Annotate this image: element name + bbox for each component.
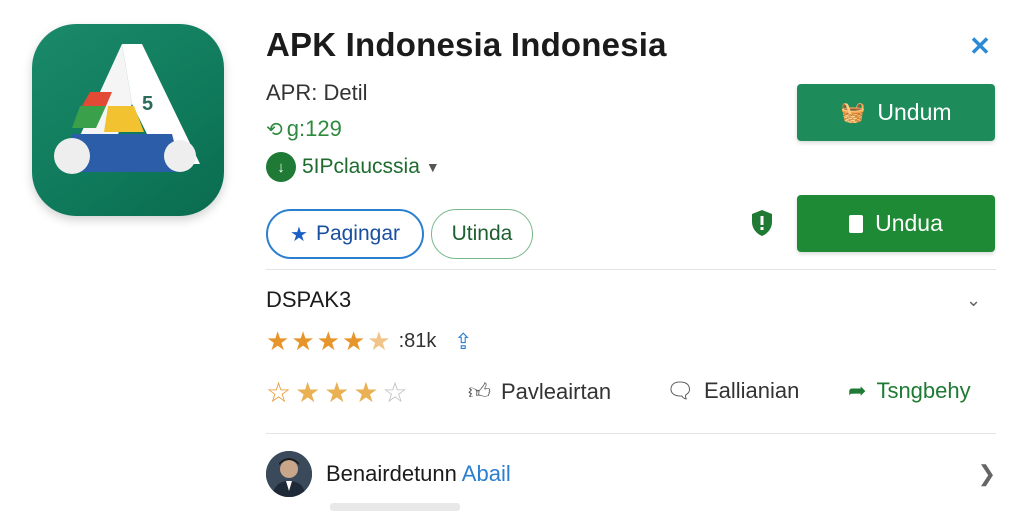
star-icon: ★ [290, 223, 308, 246]
rating-star-icon: ★ [341, 326, 366, 356]
app-icon: 5 [32, 24, 224, 216]
divider [266, 269, 996, 270]
rating-star-icon: ★ [266, 326, 290, 356]
like-label: Pavleairtan [501, 378, 612, 404]
rating-count: :81k [398, 330, 437, 352]
share-icon[interactable]: ⇪ [454, 329, 472, 355]
share-arrow-icon: ➦ [848, 378, 867, 403]
share-pill-button[interactable]: Utinda [431, 209, 533, 259]
share-action-label: Tsngbehy [876, 378, 971, 403]
chevron-right-icon: ❯ [977, 461, 996, 486]
app-details-label: APR: Detil [266, 80, 368, 105]
install-button[interactable]: Undua [797, 195, 995, 252]
close-icon[interactable]: ✕ [962, 28, 998, 64]
divider [266, 433, 996, 434]
follow-button-label: Pagingar [315, 222, 400, 245]
app-version: ⟲ g:129 [266, 116, 342, 142]
version-text: g:129 [286, 116, 342, 141]
share-action[interactable]: ➦ Tsngbehy [848, 378, 971, 404]
install-button-label: Undua [875, 210, 943, 236]
basket-icon: 🧺 [840, 102, 866, 124]
download-button[interactable]: 🧺 Undum [797, 84, 995, 141]
rating-summary: ★ ★ ★ ★ ★ :81k [266, 326, 436, 357]
review-row[interactable]: Benairdetunn Abail ❯ [266, 450, 996, 498]
file-icon [849, 214, 864, 233]
svg-text:5: 5 [142, 93, 153, 115]
rating-star-icon: ★ [291, 326, 315, 356]
rate-star-icon[interactable]: ★ [324, 376, 349, 409]
rate-star-icon[interactable]: ★ [295, 376, 320, 409]
chevron-down-icon: ▼ [425, 159, 440, 175]
review-link[interactable]: Abail [462, 461, 511, 486]
rate-star-icon[interactable]: ☆ [266, 376, 291, 409]
download-button-label: Undum [877, 99, 952, 125]
avatar [266, 451, 312, 497]
comment-label: Eallianian [703, 378, 800, 403]
user-avatar-icon [266, 451, 312, 497]
follow-button[interactable]: ★ Pagingar [266, 209, 424, 259]
rating-star-icon: ★ [316, 326, 340, 356]
comment-icon: 🗨︎ [666, 378, 694, 403]
section-label: DSPAK3 [266, 287, 352, 312]
developer-icon: ↓ [266, 152, 296, 182]
developer-selector[interactable]: ↓ 5IPclaucssia ▼ [266, 152, 440, 182]
share-pill-label: Utinda [451, 222, 513, 245]
app-title: APK Indonesia Indonesia [266, 26, 667, 63]
thumbs-up-icon: 👍︎ [468, 379, 491, 404]
rate-star-icon[interactable]: ★ [353, 376, 378, 409]
comment-action[interactable]: 🗨︎ Eallianian [666, 378, 799, 404]
rate-star-icon[interactable]: ☆ [382, 376, 407, 409]
app-logo-icon: 5 [54, 44, 200, 174]
expand-icon[interactable]: ⌄ [966, 290, 981, 311]
shield-icon [752, 210, 772, 236]
next-item-placeholder [330, 503, 460, 511]
update-icon: ⟲ [266, 118, 283, 141]
review-author-name: Benairdetunn [326, 461, 457, 486]
like-action[interactable]: 👍︎ Pavleairtan [468, 378, 611, 405]
review-author: Benairdetunn Abail [326, 461, 511, 487]
rate-app-stars[interactable]: ☆ ★ ★ ★ ☆ [266, 376, 408, 409]
developer-name: 5IPclaucssia [302, 155, 420, 178]
rating-half-star-icon: ★ [367, 326, 391, 356]
